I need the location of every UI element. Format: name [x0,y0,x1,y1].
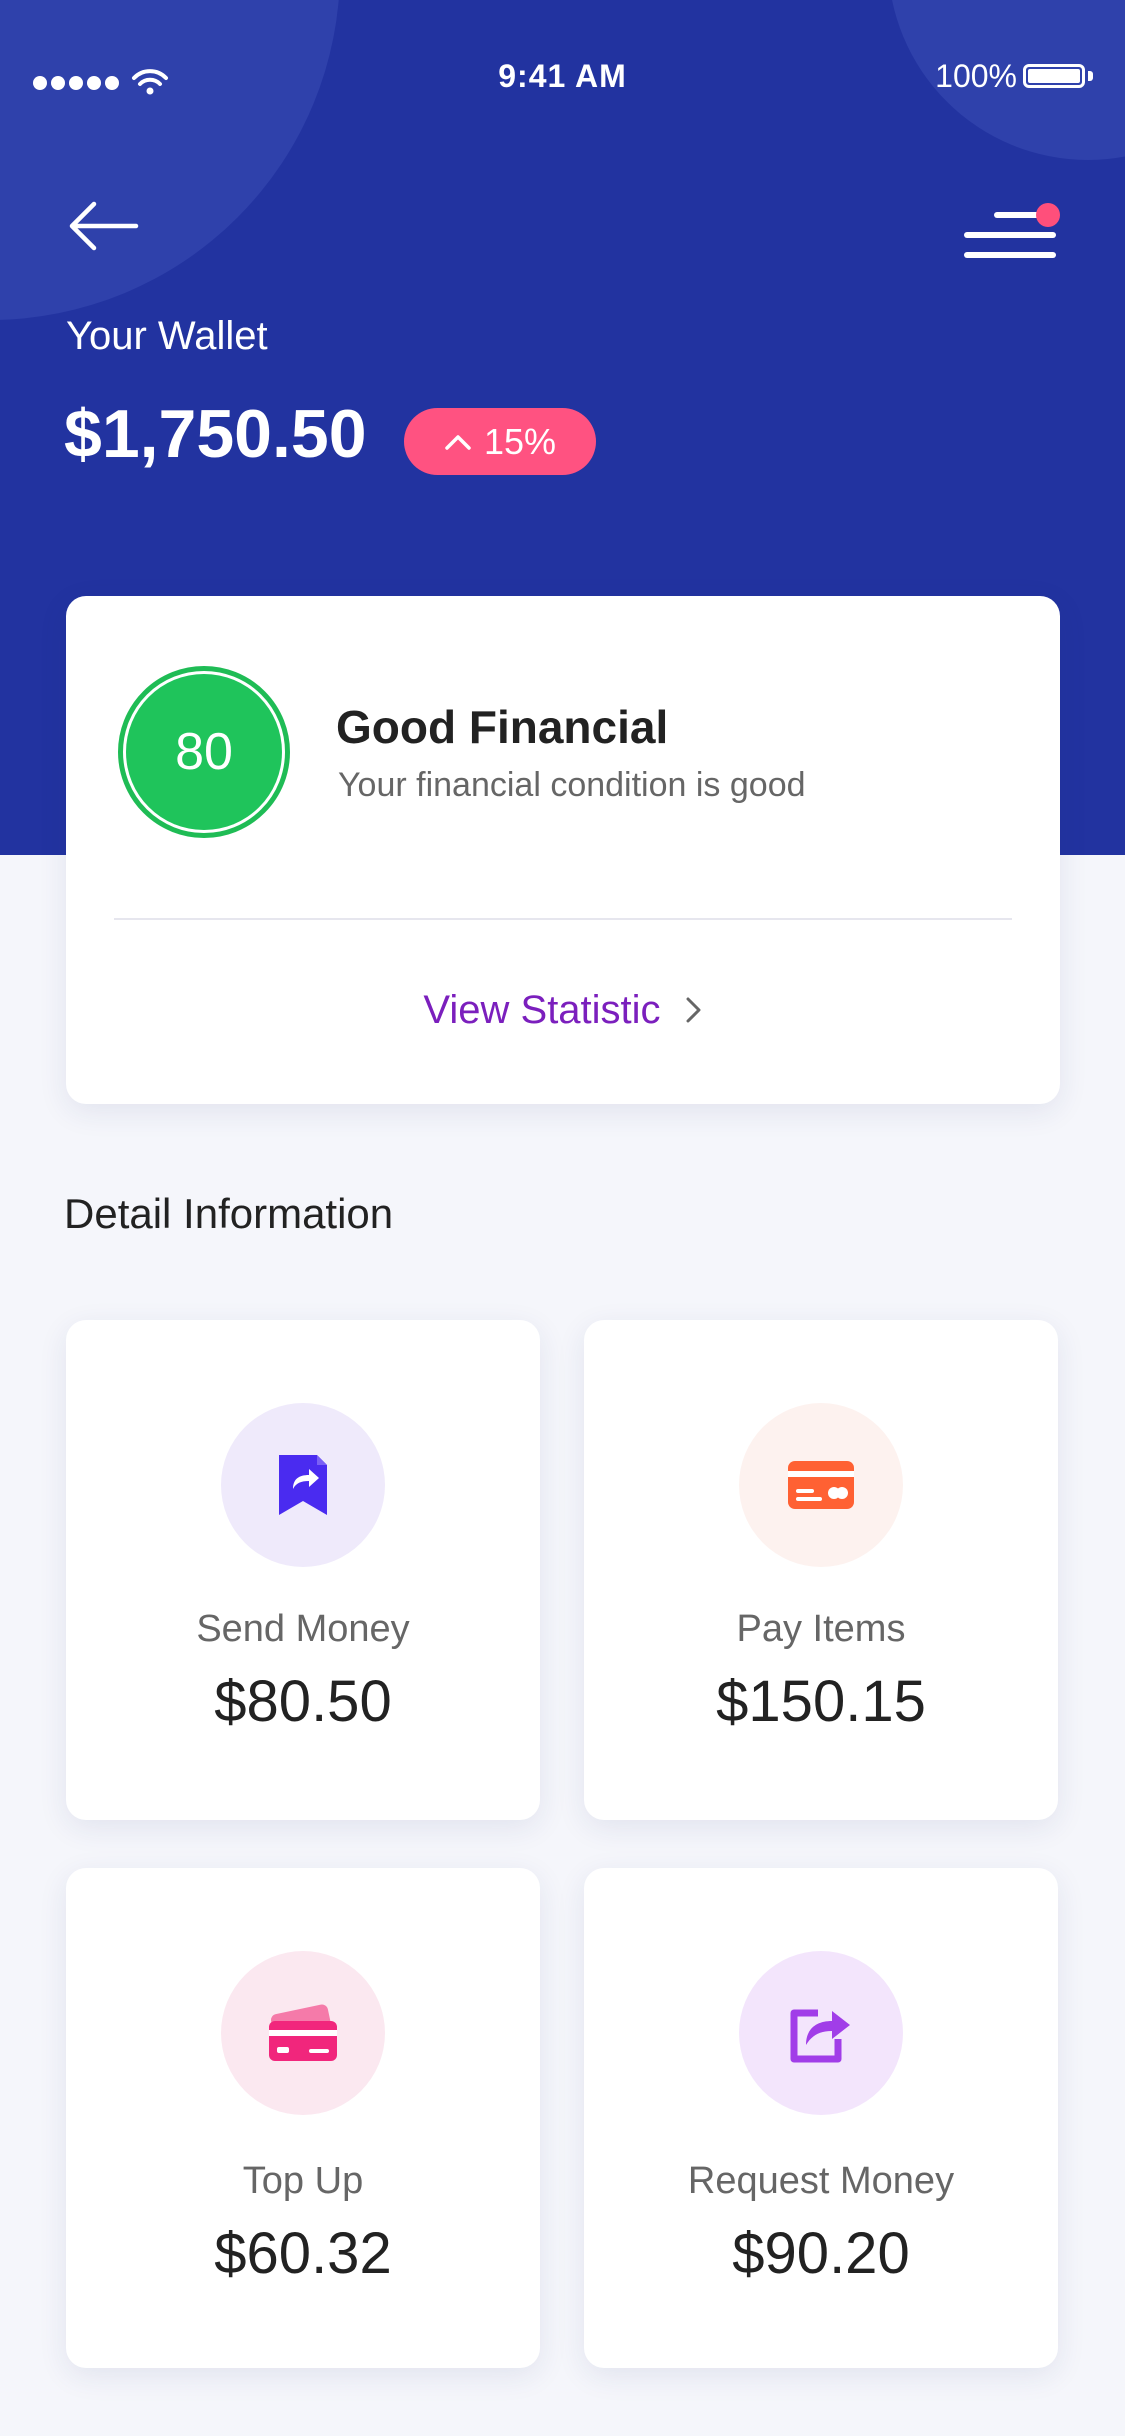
divider [114,918,1012,920]
wallet-label: Your Wallet [66,314,268,358]
send-money-icon-circle [221,1403,385,1567]
score-title: Good Financial [336,701,669,753]
tile-label: Top Up [242,2160,364,2202]
back-arrow-icon[interactable] [66,196,140,256]
credit-card-icon [788,1461,854,1509]
score-value: 80 [126,674,282,830]
bookmark-share-icon [279,1455,327,1515]
score-subtitle: Your financial condition is good [338,766,806,804]
status-bar: 9:41 AM 100% [0,50,1125,106]
change-badge: 15% [404,408,596,475]
tile-label: Request Money [687,2160,955,2202]
tile-label: Pay Items [736,1608,906,1650]
send-money-tile[interactable]: Send Money $80.50 [66,1320,540,1820]
request-money-icon-circle [739,1951,903,2115]
pay-items-icon-circle [739,1403,903,1567]
tile-amount: $80.50 [214,1669,392,1734]
top-up-tile[interactable]: Top Up $60.32 [66,1868,540,2368]
financial-score-card: 80 Good Financial Your financial conditi… [66,596,1060,1104]
battery-percentage: 100% [935,58,1017,94]
section-title: Detail Information [64,1190,394,1237]
tile-label: Send Money [196,1608,410,1650]
tile-amount: $150.15 [716,1669,926,1734]
pay-items-tile[interactable]: Pay Items $150.15 [584,1320,1058,1820]
tile-amount: $60.32 [214,2221,392,2286]
tile-amount: $90.20 [732,2221,910,2286]
menu-button[interactable] [964,200,1064,270]
wallet-balance: $1,750.50 [64,396,367,472]
view-statistic-link[interactable]: View Statistic [66,980,1060,1040]
top-up-icon-circle [221,1951,385,2115]
cards-icon [269,2004,337,2061]
chevron-right-icon [686,997,701,1023]
chevron-up-icon [445,434,471,450]
request-money-tile[interactable]: Request Money $90.20 [584,1868,1058,2368]
notification-dot [1036,203,1060,227]
change-percent: 15% [483,420,557,462]
decorative-circle [0,0,340,320]
battery-tip [1088,71,1093,81]
view-statistic-label: View Statistic [423,987,661,1032]
share-box-icon [790,2009,850,2063]
battery-icon [1023,64,1085,88]
